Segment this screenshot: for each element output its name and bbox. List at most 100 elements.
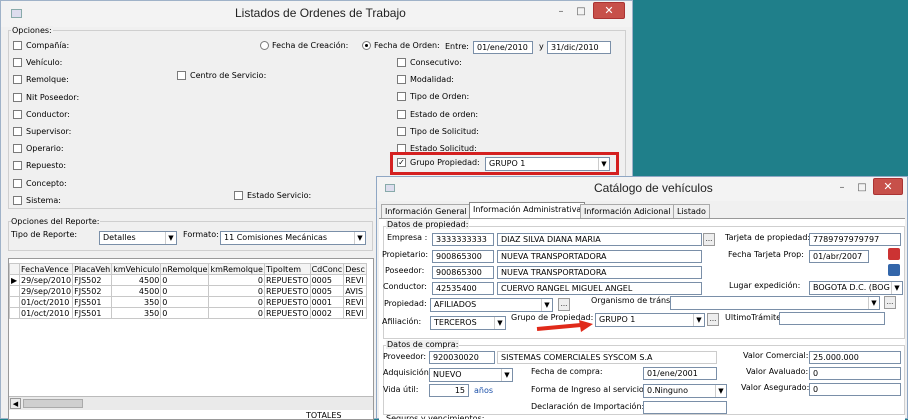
grupo-propiedad-select[interactable]: GRUPO 1 ▼ bbox=[595, 313, 705, 327]
empresa-browse-button[interactable]: ... bbox=[703, 233, 715, 246]
table-row[interactable]: 01/oct/2010 FJS501 350 0 0 REPUESTO 0002 REV… bbox=[9, 307, 367, 319]
checkbox[interactable] bbox=[13, 195, 22, 205]
column-header[interactable]: kmVehiculo bbox=[111, 263, 162, 275]
minimize-button[interactable]: – bbox=[832, 180, 852, 197]
forma-ingreso-select[interactable]: 0.Ninguno ▼ bbox=[643, 384, 727, 398]
fecha-hasta-input[interactable]: 31/dic/2010 bbox=[547, 41, 611, 54]
checkbox[interactable] bbox=[397, 58, 406, 67]
checkbox[interactable] bbox=[13, 41, 22, 50]
formato-select[interactable]: 11 Comisiones Mecánicas ▼ bbox=[220, 231, 366, 245]
fecha-tarjeta-input[interactable]: 01/abr/2007 bbox=[809, 250, 869, 263]
conductor-id-input[interactable]: 42535400 bbox=[432, 282, 494, 295]
option-grupo-propiedad[interactable]: ✓ Grupo Propiedad: bbox=[397, 158, 480, 167]
propietario-id-input[interactable]: 900865300 bbox=[432, 250, 494, 263]
minimize-button[interactable]: – bbox=[551, 4, 571, 21]
checkbox[interactable] bbox=[13, 161, 22, 171]
empresa-name-input[interactable]: DIAZ SILVA DIANA MARIA bbox=[497, 233, 702, 246]
lugar-select[interactable]: BOGOTA D.C. (BOG ▼ bbox=[809, 281, 903, 295]
column-header[interactable]: FechaVence bbox=[18, 263, 74, 275]
option-supervisor[interactable]: Supervisor: bbox=[13, 123, 79, 140]
option-centro-servicio[interactable]: Centro de Servicio: bbox=[177, 71, 266, 80]
radio-fecha-creacion[interactable]: Fecha de Creación: bbox=[260, 41, 348, 50]
column-header[interactable]: CdConc bbox=[309, 263, 345, 275]
column-header[interactable]: kmRemolque bbox=[208, 263, 265, 275]
conductor-name-input[interactable]: CUERVO RANGEL MIGUEL ANGEL bbox=[497, 282, 702, 295]
checkbox[interactable] bbox=[13, 58, 22, 68]
checkbox[interactable] bbox=[13, 92, 22, 102]
checkbox[interactable] bbox=[13, 109, 22, 119]
checkbox[interactable] bbox=[397, 92, 406, 102]
valor-comercial-input[interactable]: 25.000.000 bbox=[809, 351, 901, 364]
results-grid[interactable]: FechaVence PlacaVeh kmVehiculo nRemolque… bbox=[8, 258, 374, 420]
ultimo-tramite-input[interactable] bbox=[779, 312, 885, 325]
option-remolque[interactable]: Remolque: bbox=[13, 71, 79, 88]
option-vehiculo[interactable]: Vehículo: bbox=[13, 54, 79, 71]
fecha-compra-input[interactable]: 01/ene/2001 bbox=[643, 367, 717, 380]
adquisicion-select[interactable]: NUEVO ▼ bbox=[429, 368, 513, 382]
poseedor-name-input[interactable]: NUEVA TRANSPORTADORA bbox=[497, 266, 702, 279]
option-compania[interactable]: Compañía: bbox=[13, 37, 79, 54]
column-header[interactable]: nRemolque bbox=[160, 263, 210, 275]
tab-informacion-administrativa[interactable]: Información Administrativa bbox=[469, 202, 586, 218]
proveedor-id-input[interactable]: 920030020 bbox=[429, 351, 495, 364]
table-row[interactable]: 01/oct/2010 FJS501 350 0 0 REPUESTO 0001 REV… bbox=[9, 296, 367, 308]
maximize-button[interactable]: □ bbox=[852, 180, 872, 197]
maximize-button[interactable]: □ bbox=[571, 4, 591, 21]
option-tipo-solicitud[interactable]: Tipo de Solicitud: bbox=[397, 123, 479, 140]
organismo-browse-button[interactable]: ... bbox=[884, 296, 896, 309]
person-icon[interactable] bbox=[888, 264, 900, 276]
checkbox[interactable] bbox=[177, 71, 186, 80]
afiliacion-select[interactable]: TERCEROS ▼ bbox=[430, 316, 506, 330]
grupo-browse-button[interactable]: ... bbox=[707, 313, 719, 326]
empresa-id-input[interactable]: 3333333333 bbox=[432, 233, 494, 246]
checkbox[interactable] bbox=[13, 144, 22, 154]
option-operario[interactable]: Operario: bbox=[13, 140, 79, 157]
valor-avaluado-input[interactable]: 0 bbox=[809, 367, 901, 380]
option-estado-orden[interactable]: Estado de orden: bbox=[397, 106, 479, 123]
option-repuesto[interactable]: Repuesto: bbox=[13, 157, 79, 174]
declaracion-input[interactable] bbox=[643, 401, 727, 414]
table-row[interactable]: 29/sep/2010 FJS502 4500 0 0 REPUESTO 0005 AV… bbox=[9, 285, 367, 297]
proveedor-name-input[interactable]: SISTEMAS COMERCIALES SYSCOM S.A bbox=[497, 351, 717, 364]
column-header[interactable]: PlacaVeh bbox=[72, 263, 113, 275]
scrollbar-thumb[interactable] bbox=[23, 399, 83, 408]
checkbox[interactable] bbox=[397, 109, 406, 119]
option-conductor[interactable]: Conductor: bbox=[13, 106, 79, 123]
table-row[interactable]: ▶ 29/sep/2010 FJS502 4500 0 0 REPUESTO 0005… bbox=[9, 274, 367, 286]
horizontal-scrollbar[interactable]: ◀ bbox=[9, 396, 373, 410]
option-tipo-orden[interactable]: Tipo de Orden: bbox=[397, 88, 479, 105]
organismo-select[interactable]: ▼ bbox=[670, 296, 880, 310]
option-concepto[interactable]: Concepto: bbox=[13, 175, 79, 192]
checkbox-checked[interactable]: ✓ bbox=[397, 158, 406, 167]
close-button[interactable]: ✕ bbox=[873, 178, 903, 195]
tarjeta-input[interactable]: 7789797979797 bbox=[809, 233, 901, 246]
valor-asegurado-input[interactable]: 0 bbox=[809, 383, 901, 396]
checkbox[interactable] bbox=[13, 178, 22, 188]
propiedad-select[interactable]: AFILIADOS ▼ bbox=[430, 298, 553, 312]
option-estado-servicio[interactable]: Estado Servicio: bbox=[234, 191, 311, 200]
radio-fecha-orden[interactable]: Fecha de Orden: bbox=[362, 41, 440, 50]
propiedad-browse-button[interactable]: ... bbox=[558, 298, 570, 311]
vida-util-input[interactable]: 15 bbox=[429, 384, 469, 397]
grupo-propiedad-select[interactable]: GRUPO 1 ▼ bbox=[485, 157, 610, 171]
tab-informacion-general[interactable]: Información General bbox=[381, 204, 471, 218]
card-icon[interactable] bbox=[888, 248, 900, 260]
option-modalidad[interactable]: Modalidad: bbox=[397, 71, 479, 88]
tab-informacion-adicional[interactable]: Información Adicional bbox=[580, 204, 675, 218]
option-nit-poseedor[interactable]: Nit Poseedor: bbox=[13, 89, 79, 106]
checkbox[interactable] bbox=[13, 75, 22, 85]
fecha-desde-input[interactable]: 01/ene/2010 bbox=[473, 41, 533, 54]
checkbox[interactable] bbox=[397, 126, 406, 136]
scroll-left-icon[interactable]: ◀ bbox=[10, 398, 21, 409]
radio-selected[interactable] bbox=[362, 41, 371, 50]
option-consecutivo[interactable]: Consecutivo: bbox=[397, 54, 479, 71]
radio[interactable] bbox=[260, 41, 269, 50]
poseedor-id-input[interactable]: 900865300 bbox=[432, 266, 494, 279]
tipo-reporte-select[interactable]: Detalles ▼ bbox=[99, 231, 177, 245]
checkbox[interactable] bbox=[234, 191, 243, 200]
column-header[interactable]: Desc bbox=[343, 263, 367, 275]
checkbox[interactable] bbox=[13, 127, 22, 137]
tab-listado[interactable]: Listado bbox=[673, 204, 710, 218]
propietario-name-input[interactable]: NUEVA TRANSPORTADORA bbox=[497, 250, 702, 263]
column-header[interactable]: TipoItem bbox=[263, 263, 311, 275]
